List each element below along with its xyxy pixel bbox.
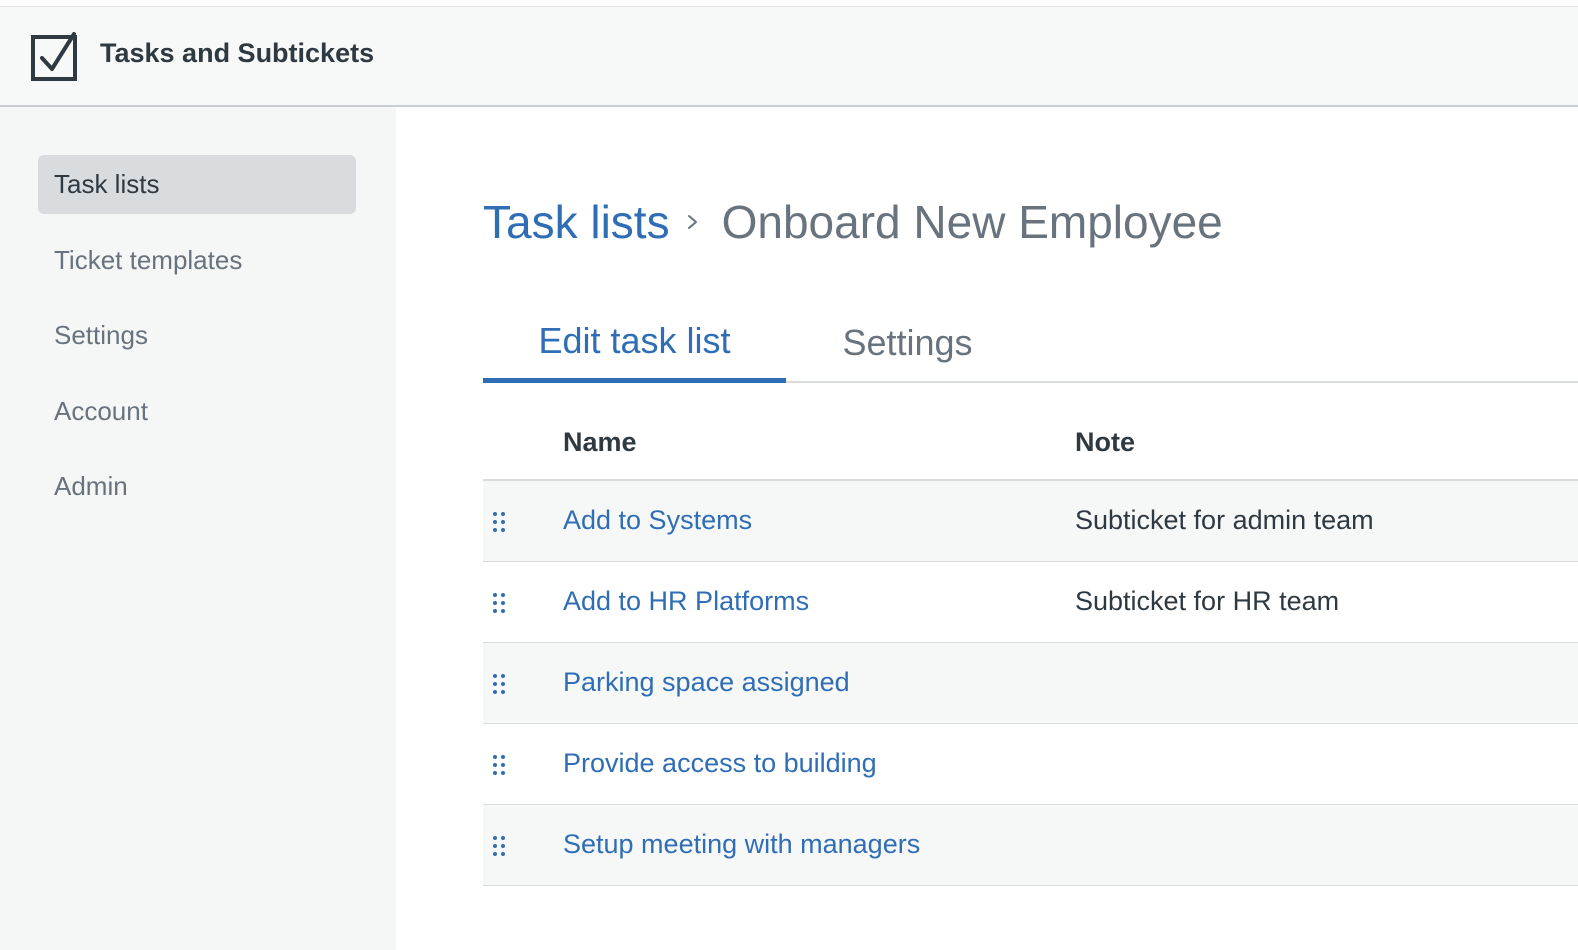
sidebar-item-label: Account [54, 396, 148, 426]
tab-edit-task-list[interactable]: Edit task list [483, 303, 786, 383]
tab-label: Settings [842, 322, 973, 363]
table-header: Name Note [483, 403, 1578, 481]
column-header-name: Name [563, 427, 637, 457]
page-title: Onboard New Employee [721, 196, 1223, 248]
table-row: Parking space assigned [483, 643, 1578, 724]
breadcrumb-link-task-lists[interactable]: Task lists [483, 195, 670, 249]
task-name-link[interactable]: Parking space assigned [563, 667, 850, 698]
drag-handle-icon[interactable] [492, 754, 506, 776]
sidebar-item-label: Ticket templates [54, 245, 243, 275]
task-table: Name Note Add to Systems Subticket for a… [483, 403, 1578, 886]
task-note: Subticket for HR team [1075, 586, 1340, 616]
sidebar-item-label: Admin [54, 471, 128, 501]
sidebar-item-label: Task lists [54, 169, 160, 199]
task-name-link[interactable]: Add to HR Platforms [563, 586, 809, 617]
table-row: Provide access to building [483, 724, 1578, 805]
app-title: Tasks and Subtickets [100, 38, 375, 68]
sidebar-item-ticket-templates[interactable]: Ticket templates [38, 231, 356, 290]
sidebar: Task lists Ticket templates Settings Acc… [0, 107, 396, 950]
table-row: Add to Systems Subticket for admin team [483, 481, 1578, 562]
checkbox-icon [31, 32, 77, 81]
sidebar-item-label: Settings [54, 320, 148, 350]
tab-label: Edit task list [538, 319, 731, 361]
sidebar-item-task-lists[interactable]: Task lists [38, 155, 356, 214]
drag-handle-icon[interactable] [492, 835, 506, 857]
column-header-note: Note [1075, 427, 1135, 457]
task-name-link[interactable]: Provide access to building [563, 748, 877, 779]
app-header: Tasks and Subtickets [0, 7, 1578, 107]
sidebar-item-admin[interactable]: Admin [38, 457, 356, 516]
sidebar-item-settings[interactable]: Settings [38, 306, 356, 365]
task-note: Subticket for admin team [1075, 505, 1374, 535]
drag-handle-icon[interactable] [492, 592, 506, 614]
task-name-link[interactable]: Add to Systems [563, 505, 752, 536]
breadcrumb: Task lists Onboard New Employee [483, 195, 1223, 249]
tab-settings[interactable]: Settings [786, 303, 1029, 383]
task-name-link[interactable]: Setup meeting with managers [563, 829, 920, 860]
table-row: Add to HR Platforms Subticket for HR tea… [483, 562, 1578, 643]
tab-bar: Edit task list Settings [483, 303, 1578, 383]
drag-handle-icon[interactable] [492, 511, 506, 533]
main-content: Task lists Onboard New Employee Edit tas… [396, 107, 1578, 950]
drag-handle-icon[interactable] [492, 673, 506, 695]
chevron-right-icon [687, 215, 697, 229]
window-top-edge [0, 0, 1578, 7]
sidebar-item-account[interactable]: Account [38, 382, 356, 441]
table-row: Setup meeting with managers [483, 805, 1578, 886]
